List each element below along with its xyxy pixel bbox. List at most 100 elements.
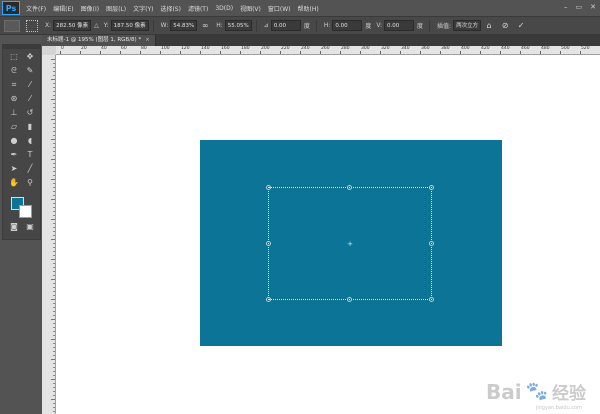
line-tool-icon[interactable]: ╱ — [23, 163, 37, 175]
history-brush-icon[interactable]: ↺ — [23, 107, 37, 119]
document-tab[interactable]: 未标题-1 @ 195% (图层 1, RGB/8) * × — [42, 35, 156, 46]
divider — [315, 19, 317, 32]
ruler-tick-label: 280 — [341, 46, 350, 51]
lasso-tool-icon[interactable]: ᘓ — [7, 65, 21, 77]
watermark-url: jingyan.baidu.com — [535, 405, 582, 411]
hskew-label: H: — [323, 22, 331, 29]
screen-mode-icon[interactable]: ▣ — [23, 221, 37, 233]
marquee-tool-icon[interactable]: ⬚ — [7, 51, 21, 63]
menu-bar: Ps 文件(F) 编辑(E) 图像(I) 图层(L) 文字(Y) 选择(S) 滤… — [0, 0, 600, 16]
ruler-tick-label: 80 — [141, 46, 147, 51]
menu-filter[interactable]: 滤镜(T) — [188, 4, 208, 13]
quick-select-icon[interactable]: ✎ — [23, 65, 37, 77]
healing-brush-icon[interactable]: ⊛ — [7, 93, 21, 105]
transform-handle-top[interactable] — [347, 185, 352, 190]
transform-handle-top-right[interactable] — [429, 185, 434, 190]
ruler-tick-label: 20 — [81, 46, 87, 51]
zoom-tool-icon[interactable]: ⚲ — [23, 177, 37, 189]
menu-help[interactable]: 帮助(H) — [298, 4, 319, 13]
pen-tool-icon[interactable]: ✒ — [7, 149, 21, 161]
gradient-tool-icon[interactable]: ▮ — [23, 121, 37, 133]
interpolation-select[interactable]: 两次立方 — [453, 20, 482, 31]
background-color-swatch[interactable] — [19, 205, 32, 218]
hand-tool-icon[interactable]: ✋ — [7, 177, 21, 189]
close-button[interactable]: ✕ — [590, 3, 596, 11]
vskew-field[interactable]: 0.00 — [384, 20, 415, 31]
panel-grip[interactable] — [3, 45, 40, 49]
quick-mask-icon[interactable]: ◙ — [7, 221, 21, 233]
eraser-tool-icon[interactable]: ▱ — [7, 121, 21, 133]
menu-window[interactable]: 窗口(W) — [268, 4, 291, 13]
interpolation-label: 插值: — [437, 23, 452, 30]
divider — [429, 19, 431, 32]
divider — [255, 19, 257, 32]
x-label: X: — [45, 22, 52, 29]
close-tab-icon[interactable]: × — [145, 37, 150, 43]
dodge-tool-icon[interactable]: ◖ — [23, 135, 37, 147]
warp-icon[interactable]: ⌂ — [484, 21, 494, 31]
height-label: H: — [216, 22, 223, 29]
transform-handle-left[interactable] — [266, 241, 271, 246]
reference-point-icon[interactable] — [26, 19, 38, 32]
menu-type[interactable]: 文字(Y) — [133, 4, 153, 13]
width-field[interactable]: 54.83% — [170, 20, 198, 31]
menu-image[interactable]: 图像(I) — [81, 4, 99, 13]
eyedropper-tool-icon[interactable]: ⁄ — [23, 79, 37, 91]
path-select-icon[interactable]: ➤ — [7, 163, 21, 175]
x-position-field[interactable]: 282.50 像素 — [53, 20, 92, 31]
stamp-tool-icon[interactable]: ⊥ — [7, 107, 21, 119]
vertical-ruler[interactable] — [42, 55, 56, 414]
brush-tool-icon[interactable]: ⁄ — [23, 93, 37, 105]
menu-select[interactable]: 选择(S) — [160, 4, 181, 13]
cancel-transform-icon[interactable]: ⊘ — [500, 21, 510, 31]
height-field[interactable]: 55.05% — [224, 20, 252, 31]
rotate-field[interactable]: 0.00 — [270, 20, 301, 31]
y-position-field[interactable]: 187.50 像素 — [110, 20, 149, 31]
ruler-tick-label: 40 — [101, 46, 107, 51]
transform-handle-bottom[interactable] — [347, 297, 352, 302]
ruler-tick-label: 380 — [441, 46, 450, 51]
hskew-unit: 度 — [365, 23, 372, 30]
width-label: W: — [160, 22, 169, 29]
ruler-tick-label: 140 — [201, 46, 210, 51]
vskew-unit: 度 — [417, 23, 424, 30]
crop-tool-icon[interactable]: ⌗ — [7, 79, 21, 91]
horizontal-ruler[interactable]: 0 20 40 60 80 100 120 140 160 180 200 220 240 260 280 3… — [56, 46, 600, 55]
ruler-tick-label: 360 — [421, 46, 430, 51]
transform-handle-top-left[interactable] — [266, 185, 271, 190]
commit-transform-icon[interactable]: ✓ — [516, 21, 526, 31]
tool-preset-picker[interactable] — [4, 19, 20, 32]
watermark-brand: Bai — [485, 379, 522, 404]
maximize-button[interactable]: ▭ — [576, 3, 583, 11]
ruler-tick-label: 60 — [121, 46, 127, 51]
y-label: Y: — [103, 22, 109, 29]
transform-center-icon[interactable]: + — [347, 241, 353, 248]
ruler-tick-label: 260 — [321, 46, 330, 51]
ruler-tick-label: 440 — [501, 46, 510, 51]
blur-tool-icon[interactable]: ● — [7, 135, 21, 147]
type-tool-icon[interactable]: T — [23, 149, 37, 161]
menu-edit[interactable]: 编辑(E) — [53, 4, 73, 13]
menu-file[interactable]: 文件(F) — [26, 4, 46, 13]
transform-handle-bottom-left[interactable] — [266, 297, 271, 302]
menu-3d[interactable]: 3D(D) — [215, 5, 233, 12]
rotate-unit: 度 — [303, 23, 310, 30]
document-canvas[interactable]: + Bai 🐾 经验 jingyan.baidu.com — [56, 55, 600, 414]
ruler-tick-label: 320 — [381, 46, 390, 51]
ruler-origin[interactable] — [42, 46, 56, 55]
move-tool-icon[interactable]: ✥ — [23, 51, 37, 63]
ruler-tick-label: 480 — [541, 46, 550, 51]
link-icon[interactable]: ∞ — [200, 21, 210, 31]
menu-view[interactable]: 视图(V) — [240, 4, 261, 13]
transform-handle-bottom-right[interactable] — [429, 297, 434, 302]
minimize-button[interactable]: – — [564, 3, 568, 11]
ruler-tick-label: 520 — [581, 46, 590, 51]
menu-layer[interactable]: 图层(L) — [106, 4, 126, 13]
angle-icon: ⊿ — [263, 22, 269, 29]
ruler-tick-label: 500 — [561, 46, 570, 51]
app-logo: Ps — [2, 1, 20, 15]
delta-icon: △ — [94, 22, 99, 29]
ruler-tick-label: 420 — [481, 46, 490, 51]
hskew-field[interactable]: 0.00 — [332, 20, 363, 31]
transform-handle-right[interactable] — [429, 241, 434, 246]
